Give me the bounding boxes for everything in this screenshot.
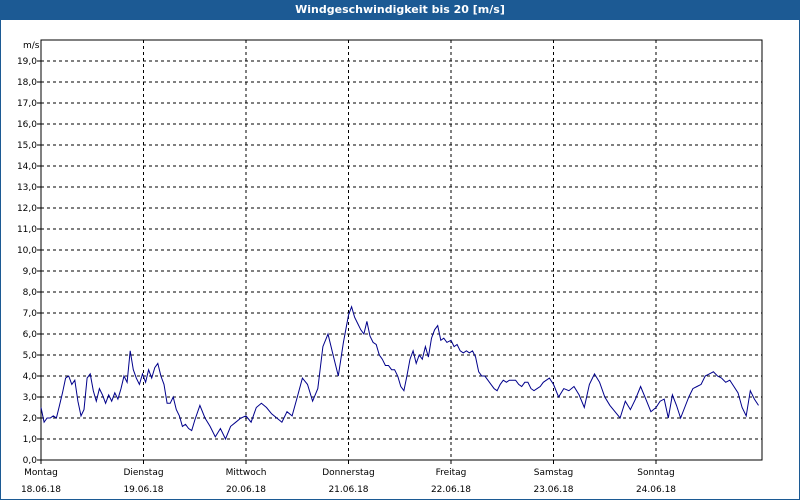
- y-tick-label: 14,0: [17, 162, 37, 172]
- x-date-label: 22.06.18: [431, 485, 471, 495]
- plot-area: [40, 305, 759, 441]
- wind-speed-chart: 0,0 1,0 2,0 3,0 4,0 5,0 6,0 7,0 8,0 9,0 10,0 11,0 12…: [17, 39, 763, 495]
- x-day-label: Sonntag: [637, 468, 674, 478]
- y-tick-label: 5,0: [23, 351, 38, 361]
- y-tick-label: 7,0: [23, 309, 38, 319]
- x-day-label: Samstag: [534, 468, 573, 478]
- y-tick-label: 8,0: [23, 288, 38, 298]
- x-date-label: 19.06.18: [123, 485, 163, 495]
- y-tick-label: 4,0: [23, 372, 38, 382]
- x-day-label: Dienstag: [123, 468, 163, 478]
- x-date-label: 23.06.18: [533, 485, 573, 495]
- y-tick-label: 11,0: [17, 225, 37, 235]
- x-date-label: 18.06.18: [21, 485, 61, 495]
- y-tick-label: 3,0: [23, 393, 38, 403]
- y-tick-label: 19,0: [17, 57, 37, 67]
- x-date-label: 24.06.18: [636, 485, 676, 495]
- y-tick-label: 13,0: [17, 183, 37, 193]
- grid: [40, 39, 763, 461]
- x-day-label: Mittwoch: [226, 468, 267, 478]
- y-tick-label: 9,0: [23, 267, 38, 277]
- y-tick-label: 17,0: [17, 99, 37, 109]
- y-tick-label: 16,0: [17, 120, 37, 130]
- y-tick-label: 10,0: [17, 246, 37, 256]
- y-tick-label: 18,0: [17, 78, 37, 88]
- y-tick-label: 2,0: [23, 414, 38, 424]
- x-date-label: 20.06.18: [226, 485, 266, 495]
- x-day-label: Freitag: [436, 468, 467, 478]
- y-tick-label: 6,0: [23, 330, 38, 340]
- x-day-label: Montag: [24, 468, 58, 478]
- y-axis-unit: m/s: [23, 41, 40, 51]
- y-tick-label: 15,0: [17, 141, 37, 151]
- y-axis: 0,0 1,0 2,0 3,0 4,0 5,0 6,0 7,0 8,0 9,0 10,0 11,0 12…: [17, 57, 41, 466]
- x-date-label: 21.06.18: [328, 485, 368, 495]
- y-tick-label: 1,0: [23, 435, 38, 445]
- y-tick-label: 0,0: [23, 456, 38, 466]
- x-day-label: Donnerstag: [322, 468, 375, 478]
- x-axis: Montag 18.06.18 Dienstag 19.06.18 Mittwoch 20…: [21, 460, 676, 495]
- series-line-wind-speed: [40, 305, 759, 441]
- y-tick-label: 12,0: [17, 204, 37, 214]
